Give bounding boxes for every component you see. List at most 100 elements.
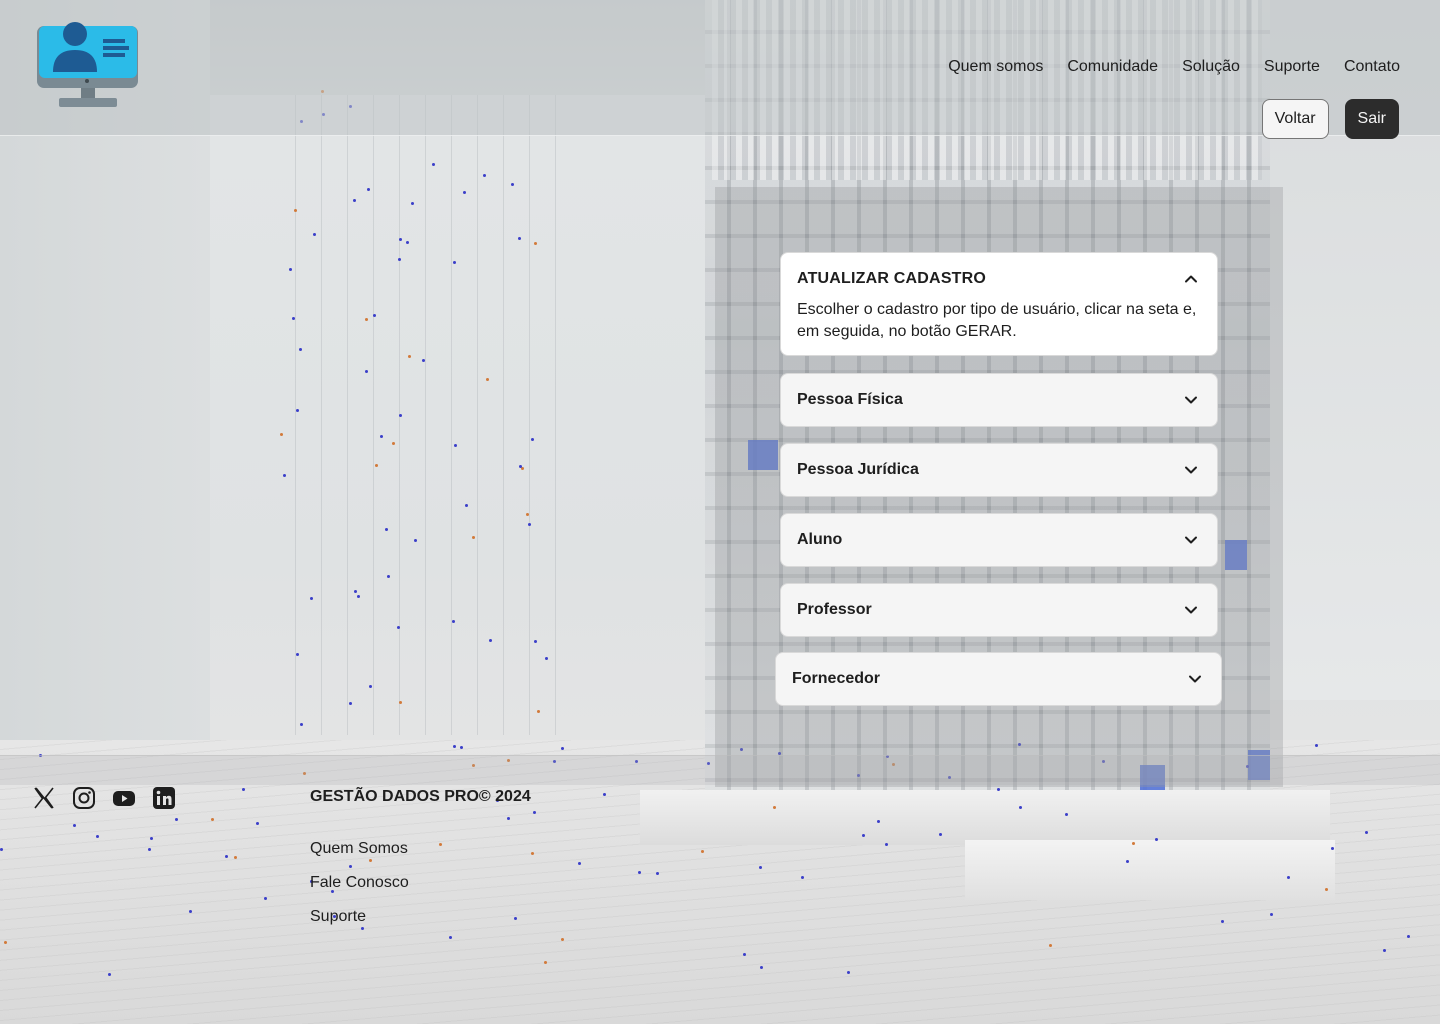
particle	[603, 793, 606, 796]
particle	[877, 820, 880, 823]
particle	[486, 378, 489, 381]
particle	[544, 961, 547, 964]
particle	[365, 370, 368, 373]
particle	[1065, 813, 1068, 816]
particle	[939, 833, 942, 836]
particle	[408, 355, 411, 358]
particle	[1365, 831, 1368, 834]
computer-user-icon	[37, 22, 138, 107]
accordion-header[interactable]: ATUALIZAR CADASTRO	[797, 269, 1201, 289]
particle	[375, 464, 378, 467]
chevron-up-icon[interactable]	[1181, 269, 1201, 289]
particle	[406, 241, 409, 244]
particle	[399, 238, 402, 241]
particle	[0, 848, 3, 851]
linkedin-icon[interactable]	[152, 786, 176, 810]
particle	[299, 348, 302, 351]
particle	[1132, 842, 1135, 845]
main-nav: Quem somos Comunidade Solução Suporte Co…	[948, 58, 1400, 76]
chevron-down-icon[interactable]	[1181, 530, 1201, 550]
chevron-down-icon[interactable]	[1181, 600, 1201, 620]
accordion-label: Professor	[797, 601, 872, 618]
accordion-fornecedor[interactable]: Fornecedor	[775, 652, 1222, 706]
particle	[369, 685, 372, 688]
particle	[234, 856, 237, 859]
footer-link-fale-conosco[interactable]: Fale Conosco	[310, 872, 409, 894]
particle	[422, 359, 425, 362]
chevron-down-icon[interactable]	[1185, 669, 1205, 689]
particle	[289, 268, 292, 271]
nav-comunidade[interactable]: Comunidade	[1067, 58, 1158, 76]
particle	[1019, 806, 1022, 809]
accordion-title: ATUALIZAR CADASTRO	[797, 270, 987, 287]
particle	[439, 843, 442, 846]
particle	[534, 640, 537, 643]
particle	[398, 258, 401, 261]
particle	[432, 163, 435, 166]
exit-button[interactable]: Sair	[1344, 99, 1399, 139]
particle	[1221, 920, 1224, 923]
footer-link-quem-somos[interactable]: Quem Somos	[310, 838, 409, 860]
particle	[397, 626, 400, 629]
accordion-pessoa-juridica[interactable]: Pessoa Jurídica	[780, 443, 1218, 497]
particle	[264, 897, 267, 900]
footer-divider	[0, 755, 1440, 785]
accordion-aluno[interactable]: Aluno	[780, 513, 1218, 567]
particle	[313, 233, 316, 236]
particle	[1383, 949, 1386, 952]
footer-link-suporte[interactable]: Suporte	[310, 906, 409, 928]
particle	[280, 433, 283, 436]
particle	[801, 876, 804, 879]
particle	[357, 595, 360, 598]
particle	[354, 590, 357, 593]
accordion-pessoa-fisica[interactable]: Pessoa Física	[780, 373, 1218, 427]
particle	[656, 872, 659, 875]
nav-solucao[interactable]: Solução	[1182, 58, 1240, 76]
particle	[534, 242, 537, 245]
chevron-down-icon[interactable]	[1181, 390, 1201, 410]
site-header: Quem somos Comunidade Solução Suporte Co…	[0, 0, 1440, 139]
nav-contato[interactable]: Contato	[1344, 58, 1400, 76]
particle	[453, 261, 456, 264]
particle	[148, 848, 151, 851]
particle	[1331, 847, 1334, 850]
particle	[1325, 888, 1328, 891]
particle	[4, 941, 7, 944]
youtube-icon[interactable]	[112, 786, 136, 810]
particle	[452, 620, 455, 623]
logo[interactable]	[37, 22, 139, 110]
nav-suporte[interactable]: Suporte	[1264, 58, 1320, 76]
particle	[1407, 935, 1410, 938]
x-icon[interactable]	[32, 786, 56, 810]
particle	[862, 834, 865, 837]
back-button[interactable]: Voltar	[1261, 99, 1329, 139]
particle	[256, 822, 259, 825]
header-actions: Voltar Sair	[1261, 99, 1399, 139]
particle	[773, 806, 776, 809]
particle	[367, 188, 370, 191]
nav-quem-somos[interactable]: Quem somos	[948, 58, 1043, 76]
particle	[96, 835, 99, 838]
particle	[885, 843, 888, 846]
particle	[373, 314, 376, 317]
particle	[385, 528, 388, 531]
particle	[528, 523, 531, 526]
particle	[743, 953, 746, 956]
particle	[519, 465, 522, 468]
accordion-professor[interactable]: Professor	[780, 583, 1218, 637]
particle	[561, 938, 564, 941]
particle	[349, 702, 352, 705]
particle	[292, 317, 295, 320]
particle	[449, 936, 452, 939]
particle	[531, 438, 534, 441]
footer-links: Quem Somos Fale Conosco Suporte	[310, 838, 409, 928]
particle	[296, 653, 299, 656]
instagram-icon[interactable]	[72, 786, 96, 810]
particle	[460, 746, 463, 749]
particle	[526, 513, 529, 516]
chevron-down-icon[interactable]	[1181, 460, 1201, 480]
particle	[211, 818, 214, 821]
accordion-description: Escolher o cadastro por tipo de usuário,…	[797, 301, 1197, 340]
particle	[1270, 913, 1273, 916]
particle	[283, 474, 286, 477]
